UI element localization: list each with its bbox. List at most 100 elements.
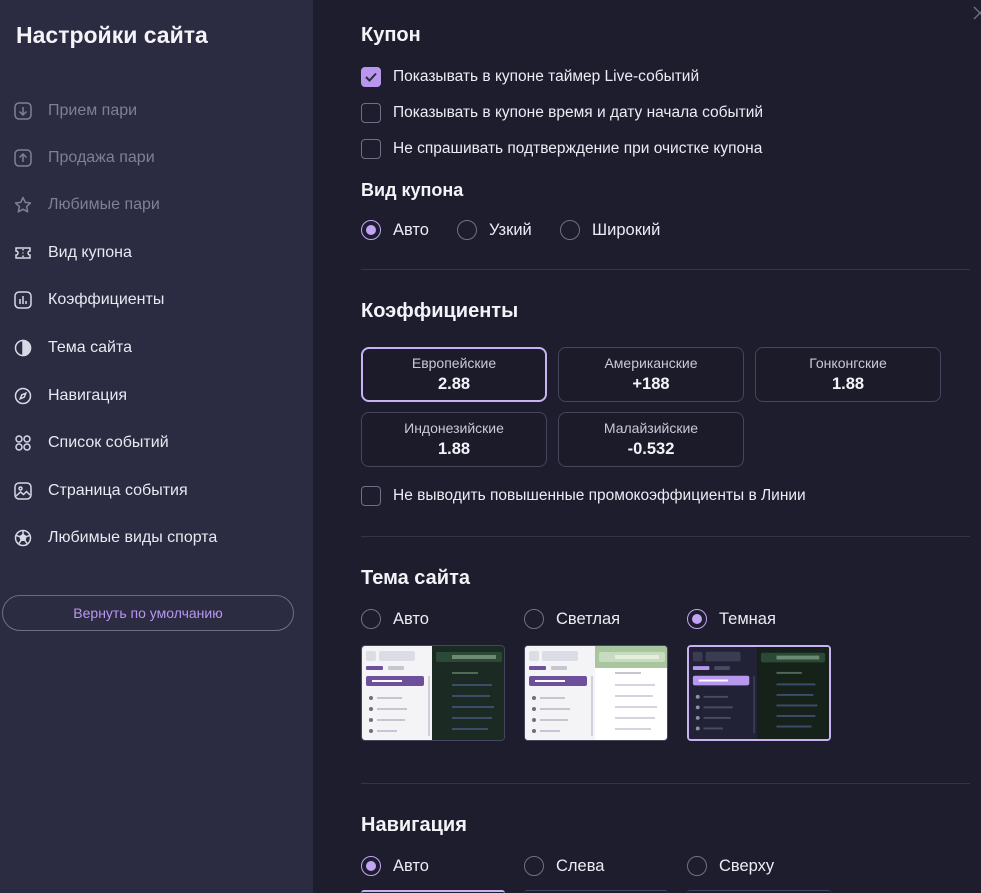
promo-odds-option[interactable]: Не выводить повышенные промокоэффициенты… [361,486,806,506]
half-circle-icon [12,337,34,359]
checkbox[interactable] [361,67,381,87]
odds-format-american[interactable]: Американские +188 [558,347,744,402]
option-label: Не спрашивать подтверждение при очистке … [393,140,763,157]
radio-button[interactable] [687,609,707,629]
coupon-view-title: Вид купона [361,180,464,200]
navigation-option-top[interactable]: Сверху [687,856,774,876]
sidebar-item-site-theme[interactable]: Тема сайта [12,335,132,361]
coupon-view-wide[interactable]: Широкий [560,220,660,240]
check-icon [365,72,377,82]
odds-format-name: Гонконгские [809,355,887,371]
sidebar-item-label: Любимые пари [48,196,160,213]
odds-format-indonesian[interactable]: Индонезийские 1.88 [361,412,547,467]
navigation-option-left[interactable]: Слева [524,856,604,876]
sidebar-item-navigation[interactable]: Навигация [12,383,127,409]
theme-section-title: Тема сайта [361,567,470,589]
sidebar-item-label: Прием пари [48,102,138,119]
checkbox[interactable] [361,139,381,159]
coupon-live-timer-option[interactable]: Показывать в купоне таймер Live-событий [361,67,699,87]
divider [361,269,970,270]
option-label: Авто [393,609,429,628]
odds-format-name: Малайзийские [603,420,699,436]
close-icon[interactable] [970,3,981,23]
sidebar-title: Настройки сайта [16,22,208,48]
sidebar-item-label: Продажа пари [48,149,155,166]
sidebar-item-label: Коэффициенты [48,291,165,308]
odds-format-value: -0.532 [627,440,675,458]
radio-button[interactable] [524,856,544,876]
sidebar-item-bet-sale[interactable]: Продажа пари [12,145,155,171]
sidebar-item-label: Вид купона [48,244,132,261]
odds-format-name: Американские [604,355,698,371]
coupon-start-time-option[interactable]: Показывать в купоне время и дату начала … [361,103,763,123]
arrow-up-square-icon [12,147,34,169]
odds-format-european[interactable]: Европейские 2.88 [361,347,547,402]
odds-format-value: 1.88 [437,440,471,458]
option-label: Узкий [489,220,532,239]
radio-button[interactable] [560,220,580,240]
theme-option-light[interactable]: Светлая [524,609,620,629]
settings-content: Купон Показывать в купоне таймер Live-со… [313,0,981,893]
image-icon [12,480,34,502]
option-label: Не выводить повышенные промокоэффициенты… [393,487,806,504]
ticket-icon [12,242,34,264]
theme-preview-dark[interactable] [687,645,831,741]
star-icon [12,194,34,216]
coupon-view-auto[interactable]: Авто [361,220,429,240]
divider [361,783,970,784]
theme-option-dark[interactable]: Темная [687,609,776,629]
settings-sidebar: Настройки сайта Прием пари Продажа пари … [0,0,313,893]
coupon-section-title: Купон [361,24,421,46]
soccer-ball-icon [12,527,34,549]
odds-format-value: 2.88 [437,375,471,393]
odds-format-name: Индонезийские [404,420,504,436]
sidebar-item-label: Навигация [48,387,128,404]
sidebar-item-favorite-bets[interactable]: Любимые пари [12,192,160,218]
radio-button[interactable] [361,220,381,240]
navigation-section-title: Навигация [361,814,467,836]
arrow-down-square-icon [12,100,34,122]
odds-format-value: +188 [632,375,670,393]
sidebar-item-odds[interactable]: Коэффициенты [12,287,164,313]
sidebar-item-event-page[interactable]: Страница события [12,478,188,504]
sidebar-item-coupon-view[interactable]: Вид купона [12,240,132,266]
sidebar-item-label: Список событий [48,434,169,451]
checkbox[interactable] [361,103,381,123]
radio-button[interactable] [524,609,544,629]
sidebar-item-label: Любимые виды спорта [48,529,218,546]
odds-format-hongkong[interactable]: Гонконгские 1.88 [755,347,941,402]
option-label: Показывать в купоне время и дату начала … [393,104,764,121]
compass-icon [12,385,34,407]
odds-format-value: 1.88 [831,375,865,393]
radio-button[interactable] [687,856,707,876]
grid-circles-icon [12,432,34,454]
odds-section-title: Коэффициенты [361,300,519,322]
checkbox[interactable] [361,486,381,506]
option-label: Авто [393,856,429,875]
sidebar-item-favorite-sports[interactable]: Любимые виды спорта [12,525,217,551]
sidebar-item-label: Тема сайта [48,339,132,356]
option-label: Широкий [592,220,661,239]
option-label: Темная [719,609,776,628]
odds-format-name: Европейские [411,355,497,371]
coupon-clear-confirm-option[interactable]: Не спрашивать подтверждение при очистке … [361,139,762,159]
navigation-option-auto[interactable]: Авто [361,856,429,876]
option-label: Сверху [719,856,775,875]
sidebar-item-event-list[interactable]: Список событий [12,430,169,456]
reset-defaults-button[interactable]: Вернуть по умолчанию [2,595,294,631]
theme-option-auto[interactable]: Авто [361,609,429,629]
divider [361,536,970,537]
option-label: Авто [393,220,429,239]
radio-button[interactable] [361,609,381,629]
option-label: Светлая [556,609,621,628]
sidebar-item-bet-accept[interactable]: Прием пари [12,98,137,124]
coupon-view-narrow[interactable]: Узкий [457,220,532,240]
odds-format-malaysian[interactable]: Малайзийские -0.532 [558,412,744,467]
sidebar-item-label: Страница события [48,482,188,499]
option-label: Слева [556,856,605,875]
radio-button[interactable] [457,220,477,240]
bar-chart-icon [12,289,34,311]
theme-preview-auto[interactable] [361,645,505,741]
radio-button[interactable] [361,856,381,876]
theme-preview-light[interactable] [524,645,668,741]
